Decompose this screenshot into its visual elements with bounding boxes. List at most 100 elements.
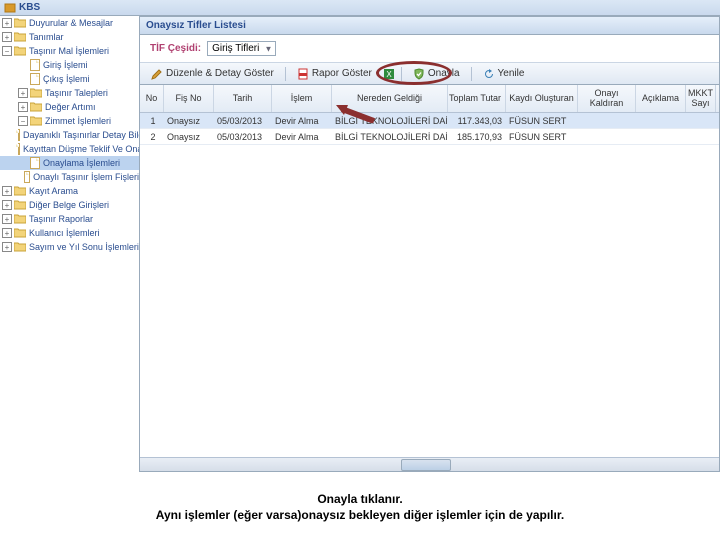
table-row[interactable]: 1Onaysız05/03/2013Devir AlmaBİLGİ TEKNOL…: [140, 113, 719, 129]
cell-olus: FÜSUN SERT: [506, 132, 578, 142]
tree-item[interactable]: +Kullanıcı İşlemleri: [0, 226, 139, 240]
filter-bar: TİF Çeşidi: Giriş Tifleri ▼: [140, 35, 719, 63]
pdf-icon: [297, 68, 309, 80]
expand-icon[interactable]: +: [2, 186, 12, 196]
tree-item-label: Taşınır Mal İşlemleri: [29, 46, 109, 56]
col-header-nereden[interactable]: Nereden Geldiği: [332, 85, 448, 112]
folder-icon: [14, 46, 26, 56]
folder-icon: [14, 242, 26, 252]
expand-icon[interactable]: +: [2, 18, 12, 28]
edit-detail-button[interactable]: Düzenle & Detay Göster: [146, 67, 279, 81]
file-icon: [30, 73, 40, 85]
tree-item[interactable]: Onaylı Taşınır İşlem Fişleri: [0, 170, 139, 184]
excel-icon[interactable]: X: [383, 68, 395, 80]
folder-icon: [30, 88, 42, 98]
tree-item-label: Çıkış İşlemi: [43, 74, 90, 84]
cell-fis: Onaysız: [164, 116, 214, 126]
folder-icon: [14, 32, 26, 42]
filter-label: TİF Çeşidi:: [150, 43, 201, 54]
cell-nereden: BİLGİ TEKNOLOJİLERİ DAİ...: [332, 132, 448, 142]
tree-item-label: Tanımlar: [29, 32, 64, 42]
col-header-aciklama[interactable]: Açıklama: [636, 85, 686, 112]
tree-item[interactable]: Çıkış İşlemi: [0, 72, 139, 86]
chevron-down-icon: ▼: [264, 44, 272, 53]
tree-item-label: Onaylama İşlemleri: [43, 158, 120, 168]
cell-islem: Devir Alma: [272, 116, 332, 126]
tree-item[interactable]: + Taşınır Raporlar: [0, 212, 139, 226]
svg-text:X: X: [386, 70, 392, 79]
cell-no: 1: [140, 116, 164, 126]
cell-no: 2: [140, 132, 164, 142]
tree-item[interactable]: + Diğer Belge Girişleri: [0, 198, 139, 212]
expand-icon[interactable]: +: [2, 228, 12, 238]
expand-icon[interactable]: +: [2, 214, 12, 224]
tree-item[interactable]: + Tanımlar: [0, 30, 139, 44]
collapse-icon[interactable]: −: [18, 116, 28, 126]
main-panel: Onaysız Tifler Listesi TİF Çeşidi: Giriş…: [140, 16, 720, 472]
tree-item-label: Taşınır Raporlar: [29, 214, 93, 224]
tree-item[interactable]: − Taşınır Mal İşlemleri: [0, 44, 139, 58]
rapor-button[interactable]: Rapor Göster: [292, 67, 377, 81]
expand-icon[interactable]: +: [2, 242, 12, 252]
col-header-olusturan[interactable]: Kaydı Oluşturan: [506, 85, 578, 112]
button-label: Rapor Göster: [312, 68, 372, 79]
button-label: Yenile: [498, 68, 525, 79]
tree-item[interactable]: Giriş İşlemi: [0, 58, 139, 72]
col-header-tutar[interactable]: Toplam Tutar: [448, 85, 506, 112]
tree-item-label: Duyurular & Mesajlar: [29, 18, 113, 28]
toolbar-separator: [401, 67, 402, 81]
yenile-button[interactable]: Yenile: [478, 67, 530, 81]
horizontal-scrollbar[interactable]: [140, 457, 719, 471]
file-icon: [18, 143, 20, 155]
tree-item[interactable]: Kayıttan Düşme Teklif Ve Onay Tutanağı: [0, 142, 139, 156]
tree-item[interactable]: + Değer Artımı: [0, 100, 139, 114]
col-header-no[interactable]: No: [140, 85, 164, 112]
tree-item[interactable]: + Kayıt Arama: [0, 184, 139, 198]
tif-cesidi-select[interactable]: Giriş Tifleri ▼: [207, 41, 276, 56]
tree-item[interactable]: −Zimmet İşlemleri: [0, 114, 139, 128]
file-icon: [30, 157, 40, 169]
app-header: KBS: [0, 0, 720, 16]
scrollbar-thumb[interactable]: [401, 459, 451, 471]
tree-item-label: Onaylı Taşınır İşlem Fişleri: [33, 172, 139, 182]
col-header-kaldiran[interactable]: Onayı Kaldıran: [578, 85, 636, 112]
table-row[interactable]: 2Onaysız05/03/2013Devir AlmaBİLGİ TEKNOL…: [140, 129, 719, 145]
tree-item[interactable]: +Taşınır Talepleri: [0, 86, 139, 100]
col-header-islem[interactable]: İşlem: [272, 85, 332, 112]
tree-item-label: Değer Artımı: [45, 102, 96, 112]
cell-olus: FÜSUN SERT: [506, 116, 578, 126]
expand-icon[interactable]: +: [2, 200, 12, 210]
tree-item-label: Giriş İşlemi: [43, 60, 88, 70]
folder-icon: [14, 186, 26, 196]
file-icon: [24, 171, 30, 183]
panel-title-bar: Onaysız Tifler Listesi: [140, 17, 719, 35]
tree-item[interactable]: + Sayım ve Yıl Sonu İşlemleri: [0, 240, 139, 254]
col-header-tarih[interactable]: Tarih: [214, 85, 272, 112]
folder-icon: [14, 200, 26, 210]
folder-icon: [14, 214, 26, 224]
tree-item[interactable]: Onaylama İşlemleri: [0, 156, 139, 170]
app-title: KBS: [19, 2, 40, 13]
expand-icon[interactable]: +: [2, 32, 12, 42]
toolbar: Düzenle & Detay Göster Rapor Göster X On…: [140, 63, 719, 85]
folder-icon: [14, 228, 26, 238]
col-header-sayi[interactable]: MKKT Sayı: [686, 85, 716, 112]
folder-icon: [14, 18, 26, 28]
expand-icon[interactable]: +: [18, 102, 28, 112]
expand-icon[interactable]: +: [18, 88, 28, 98]
tree-item-label: Sayım ve Yıl Sonu İşlemleri: [29, 242, 139, 252]
col-header-fis[interactable]: Fiş No: [164, 85, 214, 112]
tree-item-label: Diğer Belge Girişleri: [29, 200, 109, 210]
tree-item[interactable]: Dayanıklı Taşınırlar Detay Bilgileri: [0, 128, 139, 142]
cell-nereden: BİLGİ TEKNOLOJİLERİ DAİ...: [332, 116, 448, 126]
cell-tutar: 185.170,93: [448, 132, 506, 142]
grid-header-row: No Fiş No Tarih İşlem Nereden Geldiği To…: [140, 85, 719, 113]
tree-item-label: Kayıt Arama: [29, 186, 78, 196]
cell-tarih: 05/03/2013: [214, 116, 272, 126]
onayla-button[interactable]: Onayla: [408, 67, 465, 81]
collapse-icon[interactable]: −: [2, 46, 12, 56]
select-value: Giriş Tifleri: [212, 43, 259, 54]
tree-item[interactable]: + Duyurular & Mesajlar: [0, 16, 139, 30]
panel-title: Onaysız Tifler Listesi: [146, 20, 246, 31]
pencil-icon: [151, 68, 163, 80]
